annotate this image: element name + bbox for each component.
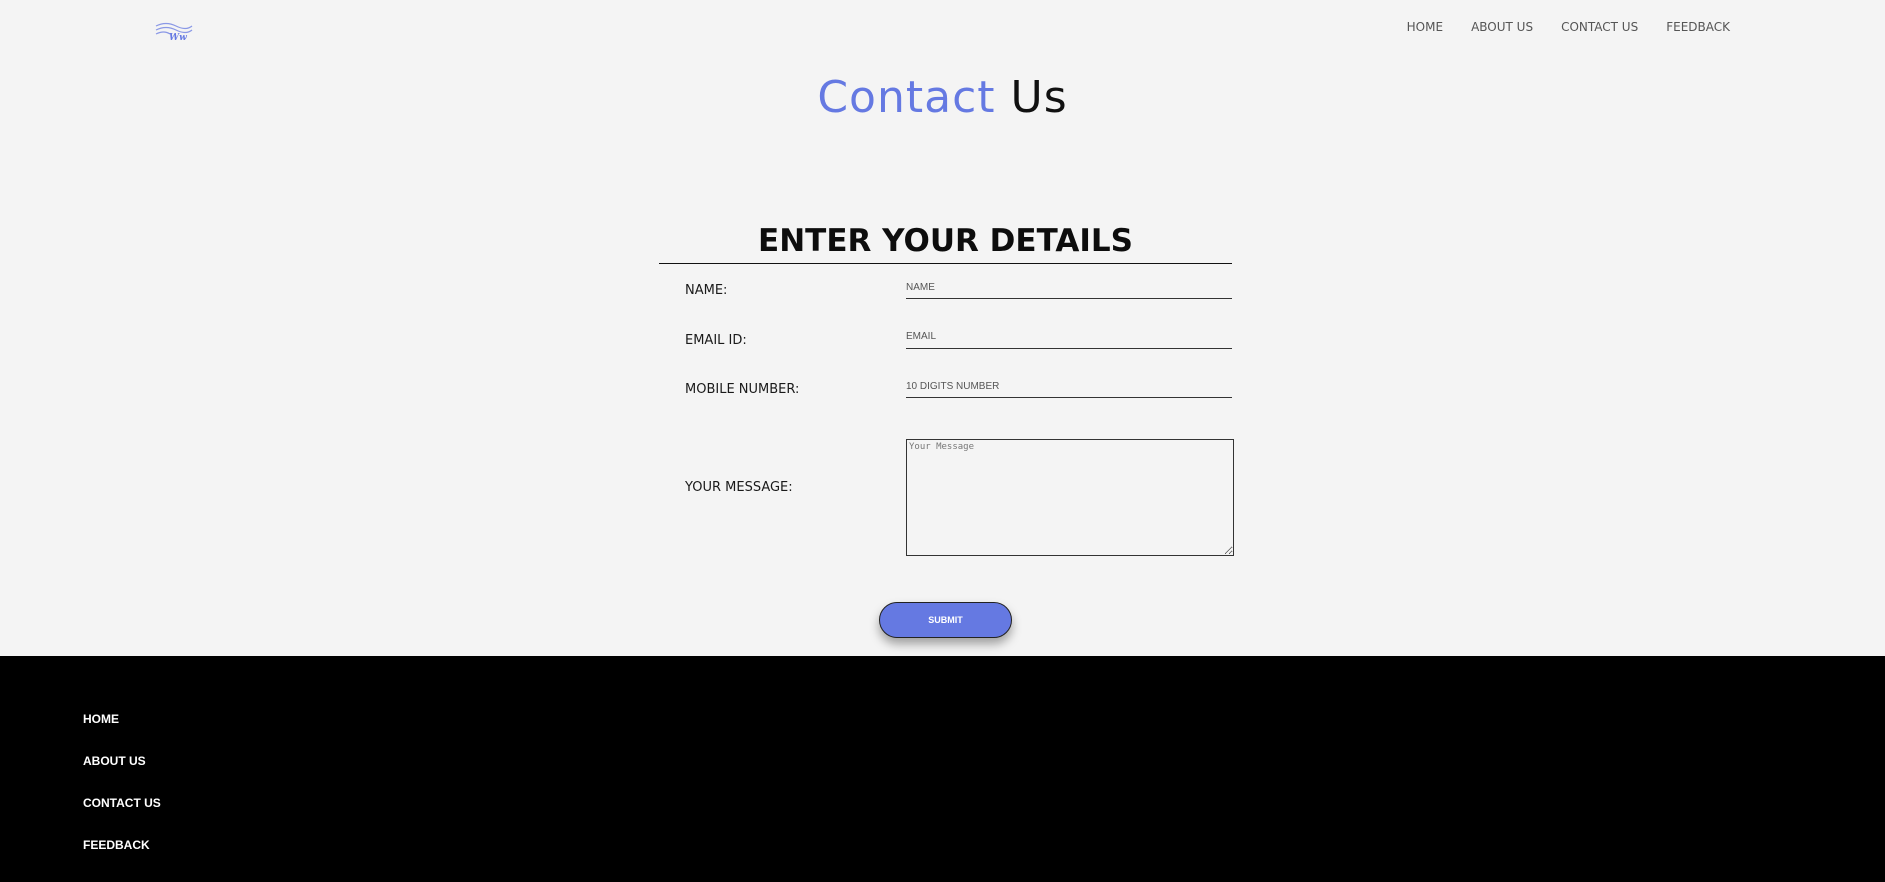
page-title-rest: Us <box>1010 72 1068 123</box>
nav-feedback[interactable]: FEEDBACK <box>1666 20 1730 34</box>
mobile-input[interactable] <box>906 375 1232 398</box>
contact-form: ENTER YOUR DETAILS NAME: EMAIL ID: MOBIL… <box>659 222 1234 556</box>
name-input[interactable] <box>906 276 1232 299</box>
footer-link-contact-us[interactable]: CONTACT US <box>83 797 161 810</box>
nav-contact-us[interactable]: CONTACT US <box>1561 20 1638 34</box>
footer-links: HOME ABOUT US CONTACT US FEEDBACK <box>83 713 161 852</box>
top-nav: HOME ABOUT US CONTACT US FEEDBACK <box>1407 20 1730 34</box>
submit-button[interactable]: SUBMIT <box>879 602 1012 638</box>
footer-link-feedback[interactable]: FEEDBACK <box>83 839 161 852</box>
mobile-label: MOBILE NUMBER: <box>685 382 800 397</box>
footer-link-home[interactable]: HOME <box>83 713 161 726</box>
message-row: YOUR MESSAGE: <box>659 413 1234 556</box>
nav-about-us[interactable]: ABOUT US <box>1471 20 1533 34</box>
email-row: EMAIL ID: <box>659 314 1232 364</box>
mobile-row: MOBILE NUMBER: <box>659 363 1232 413</box>
page-title-accent: Contact <box>817 72 996 123</box>
page-title: Contact Us <box>0 70 1885 126</box>
message-label: YOUR MESSAGE: <box>685 479 793 495</box>
footer: HOME ABOUT US CONTACT US FEEDBACK <box>0 656 1885 882</box>
email-label: EMAIL ID: <box>685 332 747 348</box>
name-row: NAME: <box>659 264 1232 314</box>
site-logo[interactable]: Ww <box>154 20 194 43</box>
email-input[interactable] <box>906 325 1232 349</box>
name-label: NAME: <box>685 283 728 298</box>
form-heading: ENTER YOUR DETAILS <box>659 222 1232 264</box>
nav-home[interactable]: HOME <box>1407 20 1443 34</box>
message-textarea[interactable] <box>906 438 1234 556</box>
logo-text: Ww <box>169 33 187 42</box>
footer-link-about-us[interactable]: ABOUT US <box>83 755 161 768</box>
